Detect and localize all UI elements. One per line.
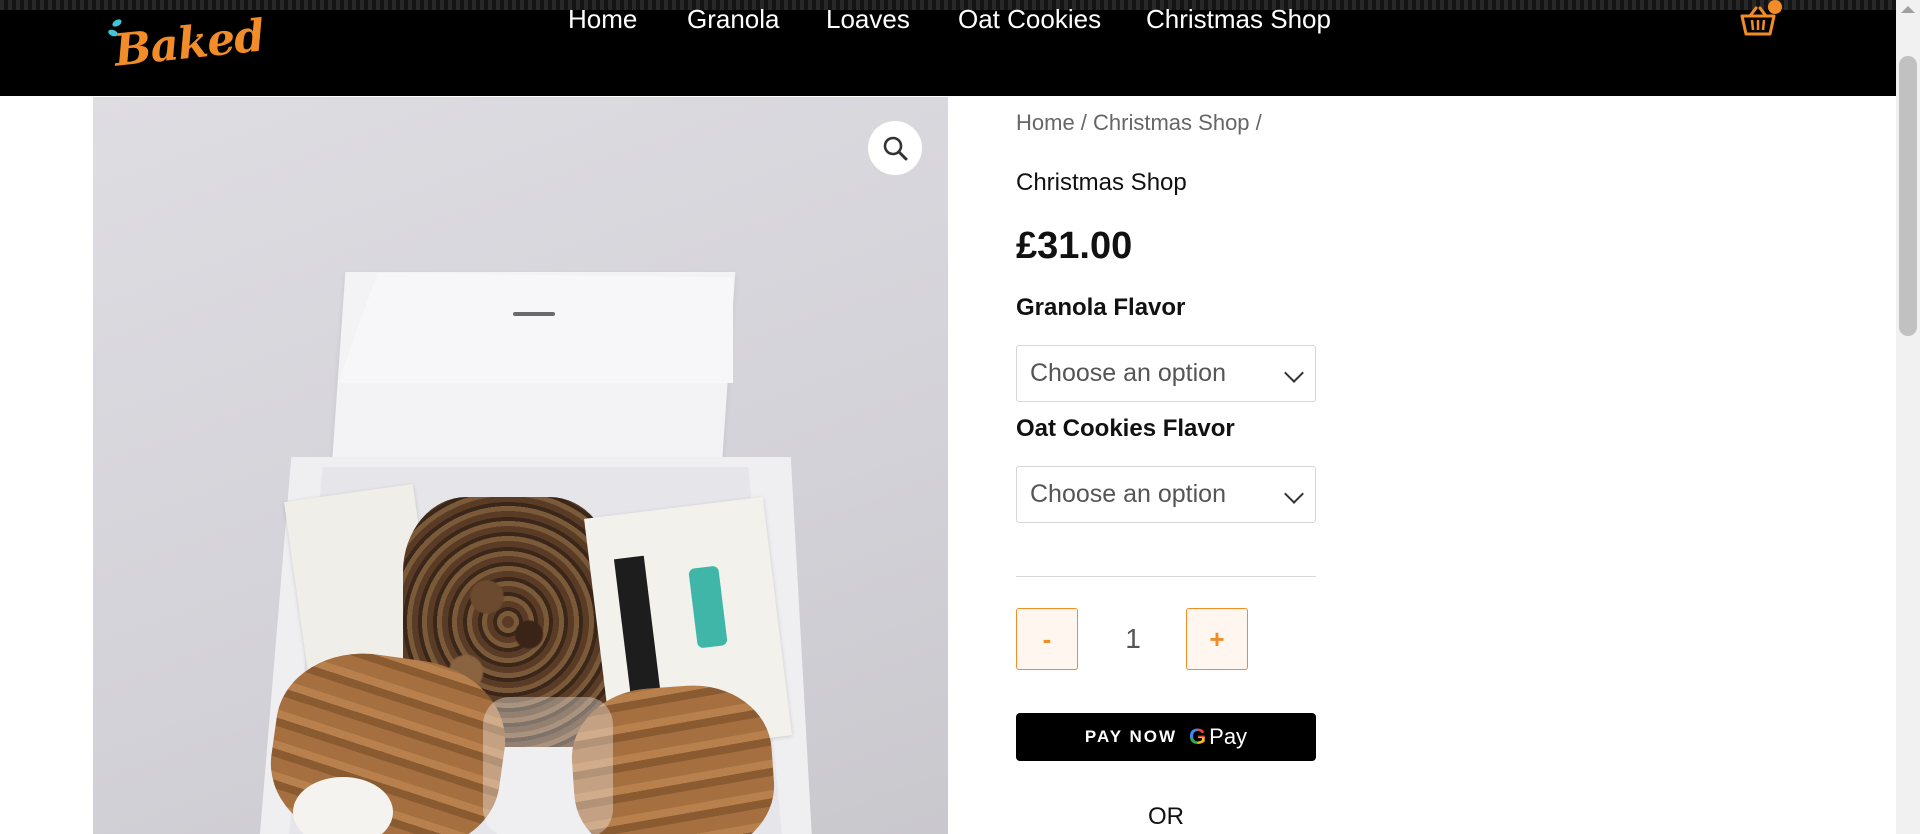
pay-now-text: PAY NOW (1084, 727, 1178, 746)
box-slot (513, 312, 555, 316)
google-g-icon: G (1189, 724, 1207, 749)
product-category: Christmas Shop (1016, 169, 1187, 196)
cart-count-badge[interactable] (1768, 0, 1782, 14)
product-price: £31.00 (1016, 225, 1133, 267)
chevron-down-icon (1284, 363, 1304, 383)
nav-loaves[interactable]: Loaves (826, 4, 910, 35)
google-pay-button[interactable]: PAY NOW G Pay (1016, 713, 1316, 761)
product-image[interactable] (93, 97, 948, 834)
granola-flavor-select[interactable]: Choose an option (1016, 345, 1316, 402)
box-flap (338, 273, 733, 383)
oat-cookies-flavor-select[interactable]: Choose an option (1016, 466, 1316, 523)
nav-oat-cookies[interactable]: Oat Cookies (958, 4, 1101, 35)
oat-cookies-flavor-label: Oat Cookies Flavor (1016, 415, 1235, 442)
nav-home[interactable]: Home (568, 4, 637, 35)
scroll-up-arrow-icon[interactable] (1901, 6, 1915, 13)
breadcrumb-christmas-shop[interactable]: Christmas Shop (1093, 110, 1250, 135)
main-nav: Home Granola Loaves Oat Cookies Christma… (0, 0, 1920, 40)
granola-flavor-label: Granola Flavor (1016, 294, 1186, 321)
magnifier-icon (883, 136, 908, 161)
quantity-increase-button[interactable]: + (1186, 608, 1248, 670)
breadcrumb-home[interactable]: Home (1016, 110, 1075, 135)
breadcrumb: Home / Christmas Shop / (1016, 110, 1262, 136)
pay-text: Pay (1209, 724, 1248, 749)
nav-christmas-shop[interactable]: Christmas Shop (1146, 4, 1331, 35)
quantity-decrease-button[interactable]: - (1016, 608, 1078, 670)
divider (1016, 576, 1316, 577)
chevron-down-icon (1284, 484, 1304, 504)
scrollbar-thumb[interactable] (1899, 56, 1917, 336)
cellophane-wrap (483, 697, 613, 834)
zoom-button[interactable] (868, 121, 922, 175)
breadcrumb-separator: / (1074, 110, 1094, 135)
nav-granola[interactable]: Granola (687, 4, 780, 35)
or-separator: OR (1148, 803, 1184, 830)
oat-cookies-flavor-value: Choose an option (1030, 480, 1226, 508)
granola-flavor-value: Choose an option (1030, 359, 1226, 387)
breadcrumb-separator: / (1249, 110, 1262, 135)
quantity-input[interactable] (1080, 608, 1186, 670)
